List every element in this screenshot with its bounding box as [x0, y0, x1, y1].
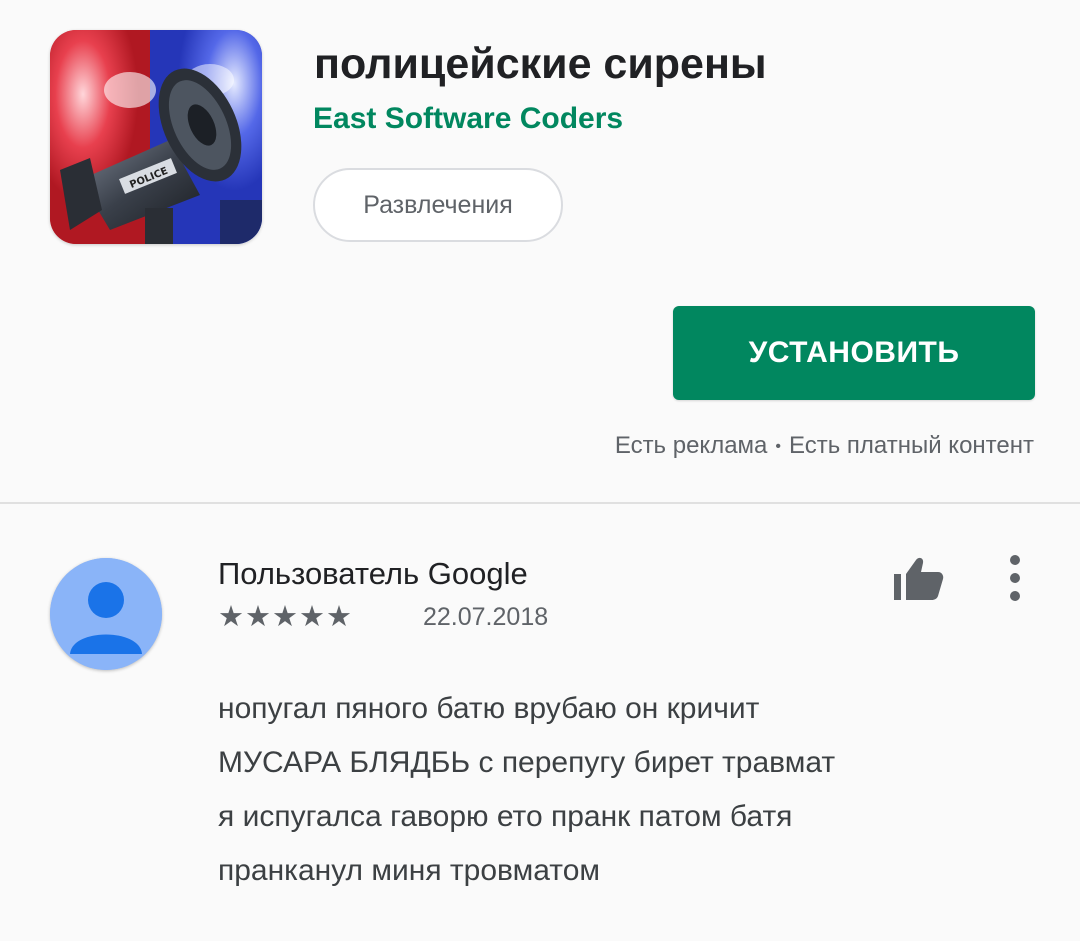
- more-options-button[interactable]: [1000, 550, 1030, 606]
- app-header: POLICE полицейские сирены East Software …: [0, 0, 1080, 502]
- thumbs-up-icon: [894, 557, 944, 600]
- in-app-purchases-label: Есть платный контент: [789, 432, 1034, 459]
- separator-dot: •: [775, 437, 782, 455]
- rating-stars: ★★★★★: [218, 601, 353, 633]
- developer-link[interactable]: East Software Coders: [313, 102, 623, 136]
- avatar: [50, 558, 162, 670]
- user-avatar-icon: [50, 558, 162, 670]
- app-title: полицейские сирены: [314, 40, 767, 88]
- review-text: нопугал пяного батю врубаю он кричит МУС…: [218, 682, 1018, 898]
- category-chip[interactable]: Развлечения: [313, 168, 563, 242]
- review-date: 22.07.2018: [423, 603, 549, 631]
- review-line: я испугалса гаворю ето пранк патом батя: [218, 800, 793, 833]
- helpful-button[interactable]: [888, 554, 948, 602]
- reviewer-name: Пользователь Google: [218, 556, 528, 591]
- review-card: Пользователь Google ★★★★★ 22.07.2018 ноп…: [0, 504, 1080, 941]
- review-line: нопугал пяного батю врубаю он кричит: [218, 692, 760, 725]
- police-megaphone-icon: POLICE: [50, 30, 262, 244]
- review-line: МУСАРА БЛЯДБЬ с перепугу бирет травмат: [218, 746, 836, 779]
- contains-ads-label: Есть реклама: [614, 432, 768, 459]
- review-line: пранканул миня тровматом: [218, 854, 601, 887]
- install-button[interactable]: УСТАНОВИТЬ: [673, 306, 1035, 400]
- monetization-disclaimer: Есть реклама • Есть платный контент: [615, 432, 1034, 460]
- more-vert-icon: [1010, 555, 1020, 601]
